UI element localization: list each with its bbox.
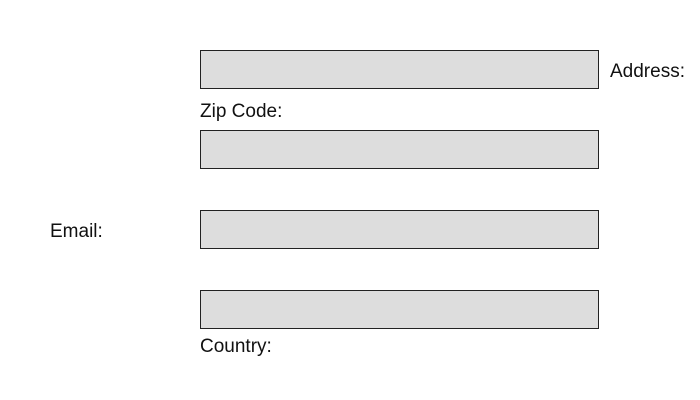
address-label: Address: bbox=[610, 61, 685, 82]
country-label: Country: bbox=[200, 336, 272, 357]
zip-code-input[interactable] bbox=[200, 130, 599, 169]
email-input[interactable] bbox=[200, 210, 599, 249]
email-label: Email: bbox=[50, 221, 103, 242]
country-input[interactable] bbox=[200, 290, 599, 329]
address-input[interactable] bbox=[200, 50, 599, 89]
address-form: Address: Zip Code: Email: Country: bbox=[0, 0, 700, 400]
zip-code-label: Zip Code: bbox=[200, 101, 283, 122]
